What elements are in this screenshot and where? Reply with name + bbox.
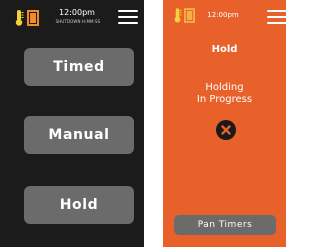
hamburger-menu-icon[interactable] — [267, 9, 286, 25]
shutdown-timer-label: SHUTDOWN H:MM:SS — [55, 19, 101, 24]
mode-select-screen: 12:00pm SHUTDOWN H:MM:SS Timed Manual Ho… — [0, 0, 144, 247]
cancel-hold-button[interactable] — [216, 120, 236, 140]
thermometer-icon — [15, 10, 24, 26]
clock-time: 12:00pm — [207, 11, 239, 19]
close-icon — [221, 125, 231, 135]
clock-time: 12:00pm — [59, 8, 95, 17]
door-icon — [184, 8, 195, 23]
pan-timers-button[interactable]: Pan Timers — [174, 215, 276, 235]
timed-mode-button[interactable]: Timed — [24, 48, 134, 86]
status-bar: 12:00pm — [163, 0, 286, 30]
status-bar: 12:00pm SHUTDOWN H:MM:SS — [0, 0, 144, 38]
thermometer-icon — [174, 8, 182, 23]
hold-status-text: Holding In Progress — [196, 82, 253, 105]
hamburger-menu-icon[interactable] — [118, 9, 138, 25]
door-icon — [27, 10, 39, 26]
manual-mode-button[interactable]: Manual — [24, 116, 134, 154]
hold-mode-button[interactable]: Hold — [24, 186, 134, 224]
hold-screen: 12:00pm Hold Holding In Progress Pan Tim… — [163, 0, 286, 247]
page-title: Hold — [211, 44, 238, 55]
